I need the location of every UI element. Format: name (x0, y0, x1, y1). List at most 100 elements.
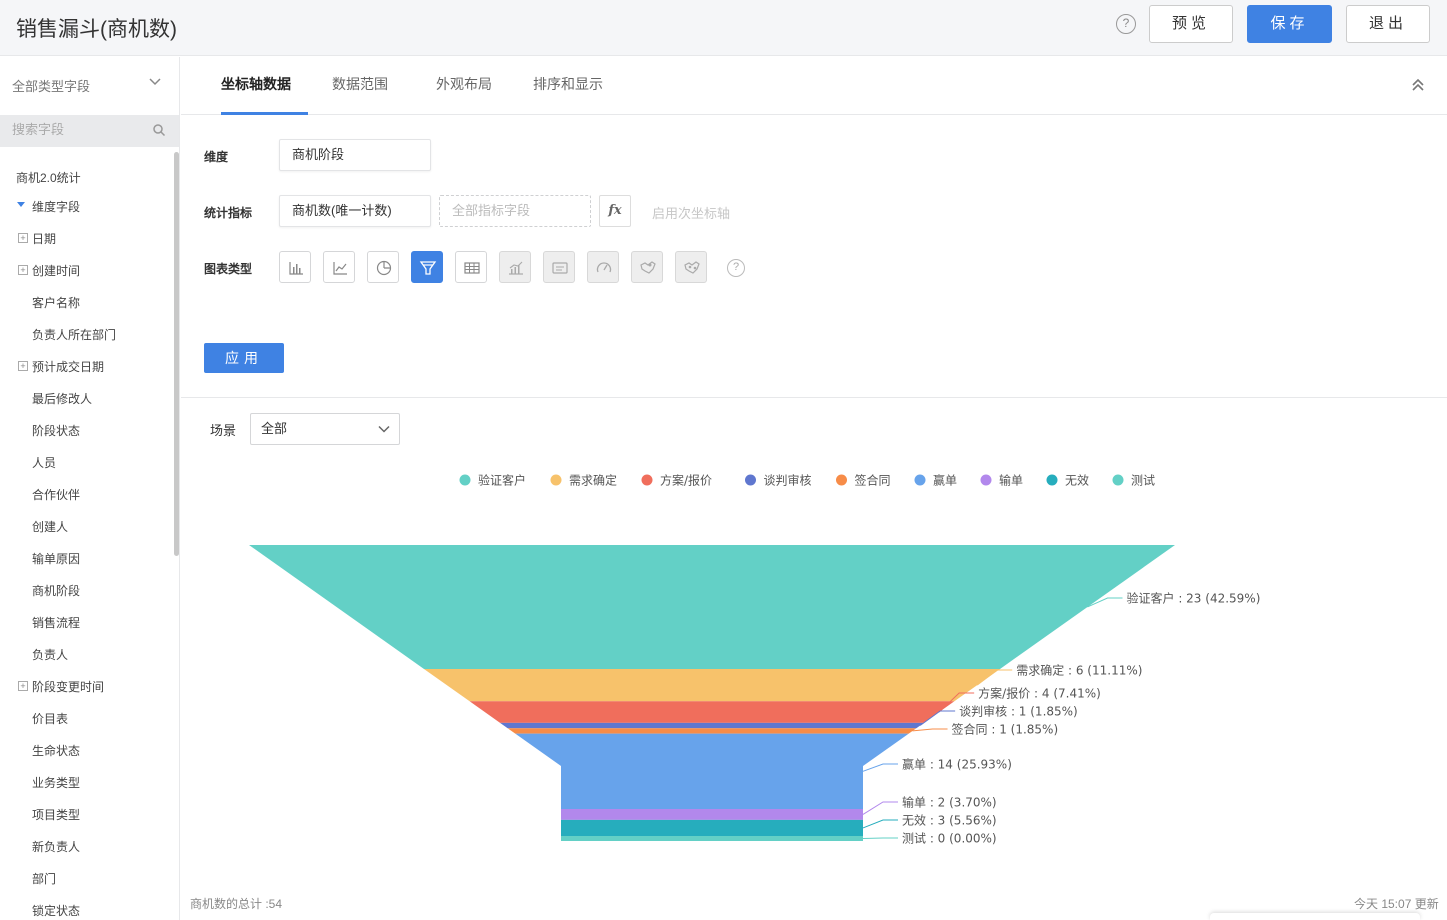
chart-type-map[interactable] (631, 251, 663, 283)
sidebar-scrollbar[interactable] (174, 152, 179, 556)
sidebar-item-label: 负责人 (32, 648, 69, 662)
tab-appearance[interactable]: 外观布局 (436, 74, 492, 94)
funnel-segment[interactable] (500, 722, 924, 729)
chart-type-bar[interactable] (279, 251, 311, 283)
funnel-data-label: 签合同 : 1 (1.85%) (952, 722, 1059, 737)
funnel-segment[interactable] (515, 733, 909, 810)
secondary-axis-toggle[interactable]: 启用次坐标轴 (652, 203, 730, 222)
sidebar-item-label: 创建人 (32, 520, 69, 534)
line-chart-icon (333, 262, 347, 275)
top-header: 销售漏斗(商机数) ? 预览 保存 退出 (0, 0, 1447, 56)
chart-type-label: 图表类型 (204, 262, 253, 276)
legend-item[interactable]: 谈判审核 (745, 473, 812, 488)
legend-swatch (641, 474, 653, 486)
funnel-data-label: 需求确定 : 6 (11.11%) (1016, 663, 1142, 678)
chart-type-funnel[interactable] (411, 251, 443, 283)
sidebar-item-label: 最后修改人 (32, 392, 93, 406)
funnel-data-label: 验证客户 : 23 (42.59%) (1127, 591, 1261, 606)
metric-field[interactable]: 商机数(唯一计数) (279, 195, 431, 227)
sidebar-item-label: 销售流程 (32, 616, 81, 630)
search-icon[interactable] (152, 123, 166, 137)
help-icon[interactable]: ? (1116, 14, 1136, 34)
funnel-segment[interactable] (423, 668, 1001, 702)
sidebar-item-label: 生命状态 (32, 744, 81, 758)
chart-type-bar-line[interactable] (499, 251, 531, 283)
legend-swatch (1046, 474, 1058, 486)
chart-type-gauge[interactable] (587, 251, 619, 283)
label-leader-line (862, 763, 898, 772)
sidebar-item-label: 价目表 (32, 712, 69, 726)
label-leader-line (862, 837, 898, 839)
caret-down-icon[interactable] (17, 202, 25, 207)
funnel-segment[interactable] (507, 728, 917, 734)
label-leader-line (912, 728, 948, 732)
expand-icon[interactable]: + (18, 233, 28, 243)
bar-chart-icon (289, 262, 303, 275)
chart-legend: 验证客户 需求确定 方案/报价 谈判审核 签合同 赢单 输单 无效 测试 (459, 473, 1156, 488)
funnel-segment[interactable] (249, 545, 1175, 669)
sidebar-item-label: 创建时间 (32, 264, 81, 278)
sidebar-item-label: 维度字段 (32, 200, 81, 214)
preview-button[interactable]: 预览 (1149, 5, 1233, 43)
funnel-segment[interactable] (561, 836, 863, 841)
chart-type-table[interactable] (455, 251, 487, 283)
chart-type-world-map[interactable] (675, 251, 707, 283)
legend-item[interactable]: 签合同 (836, 473, 891, 488)
legend-label: 方案/报价 (660, 473, 712, 488)
legend-item[interactable]: 测试 (1112, 473, 1156, 488)
field-type-select[interactable]: 全部类型字段 (12, 76, 90, 95)
legend-swatch (459, 474, 471, 486)
apply-button[interactable]: 应用 (204, 343, 284, 373)
legend-label: 无效 (1065, 473, 1089, 488)
label-leader-line (862, 801, 898, 815)
chevron-down-icon[interactable] (148, 75, 162, 89)
chart-type-line[interactable] (323, 251, 355, 283)
page-title: 销售漏斗(商机数) (16, 18, 177, 41)
legend-item[interactable]: 输单 (980, 473, 1024, 488)
sidebar-item-label: 输单原因 (32, 552, 81, 566)
sidebar-item-label: 预计成交日期 (32, 360, 105, 374)
legend-label: 验证客户 (478, 473, 526, 488)
sidebar-item-label: 阶段变更时间 (32, 680, 105, 694)
funnel-segment[interactable] (561, 809, 863, 820)
sidebar-item-label: 业务类型 (32, 776, 81, 790)
legend-item[interactable]: 赢单 (914, 473, 958, 488)
exit-button[interactable]: 退出 (1346, 5, 1430, 43)
expand-icon[interactable]: + (18, 681, 28, 691)
legend-swatch (745, 474, 756, 486)
legend-label: 测试 (1131, 473, 1155, 488)
dimension-field[interactable]: 商机阶段 (279, 139, 431, 171)
search-input[interactable] (12, 122, 142, 137)
sidebar-item-label: 商机阶段 (32, 584, 81, 598)
tab-sort-display[interactable]: 排序和显示 (533, 74, 603, 94)
sidebar-item-label: 项目类型 (32, 808, 81, 822)
sidebar-item-label: 客户名称 (32, 296, 81, 310)
expand-icon[interactable]: + (18, 361, 28, 371)
funnel-segment[interactable] (561, 819, 863, 836)
save-button[interactable]: 保存 (1247, 5, 1332, 43)
scene-label: 场景 (210, 423, 237, 438)
tab-data-range[interactable]: 数据范围 (332, 74, 388, 94)
formula-button[interactable]: fx (599, 195, 631, 227)
collapse-up-icon[interactable] (1410, 77, 1426, 93)
config-tabs: 坐标轴数据 数据范围 外观布局 排序和显示 (181, 57, 1447, 115)
funnel-data-label: 测试 : 0 (0.00%) (902, 831, 997, 846)
funnel-segment[interactable] (469, 701, 955, 723)
tab-axis-data[interactable]: 坐标轴数据 (221, 74, 291, 94)
legend-item[interactable]: 验证客户 (459, 473, 527, 488)
funnel-chart-icon (419, 261, 437, 275)
legend-item[interactable]: 需求确定 (550, 473, 618, 488)
sidebar-item-label: 人员 (32, 456, 57, 470)
chart-type-help-icon[interactable]: ? (727, 259, 745, 277)
legend-label: 需求确定 (569, 473, 617, 488)
chart-type-card[interactable] (543, 251, 575, 283)
scene-select[interactable]: 全部 (250, 413, 400, 445)
map-chart-icon (640, 261, 656, 274)
metric-drop-target[interactable]: 全部指标字段 (439, 195, 591, 227)
expand-icon[interactable]: + (18, 265, 28, 275)
legend-item[interactable]: 方案/报价 (641, 473, 713, 488)
legend-item[interactable]: 无效 (1046, 473, 1090, 488)
chart-type-pie[interactable] (367, 251, 399, 283)
sidebar-item-label: 合作伙伴 (32, 488, 81, 502)
table-chart-icon (464, 262, 480, 274)
